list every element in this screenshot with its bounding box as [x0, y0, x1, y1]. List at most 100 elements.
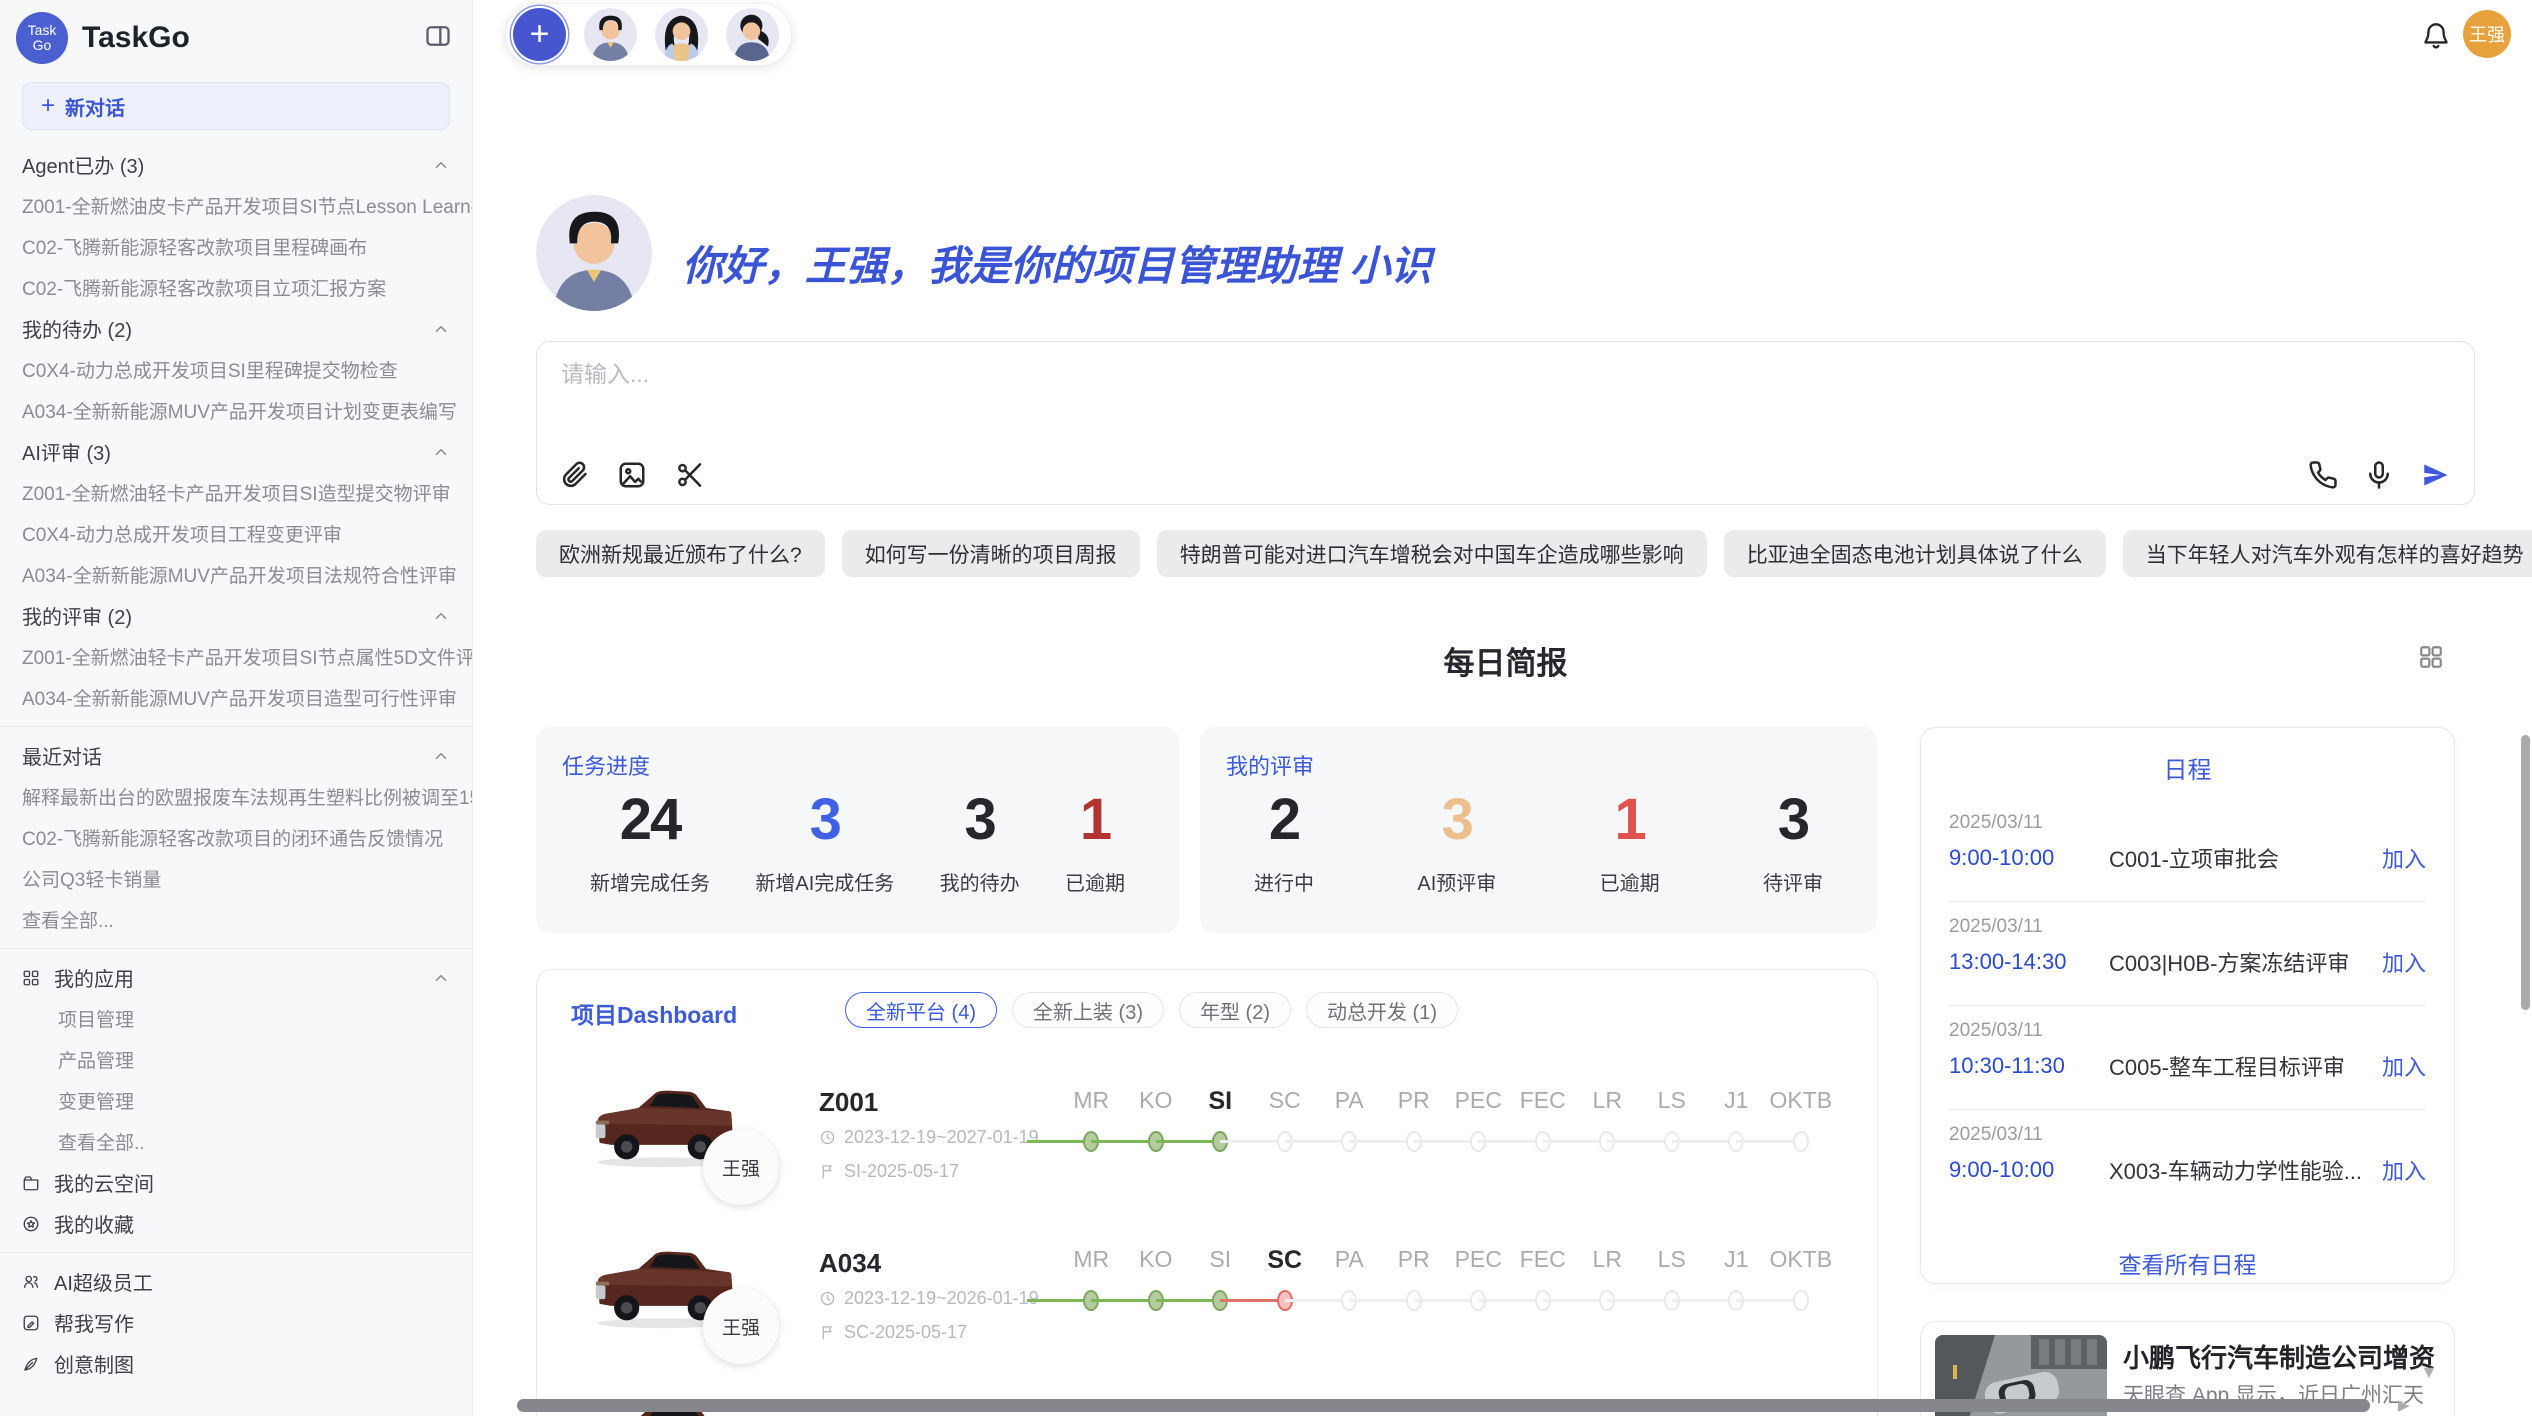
schedule-item: 2025/03/11 10:30-11:30 C005-整车工程目标评审 加入 — [1949, 1006, 2426, 1110]
schedule-time: 9:00-10:00 — [1949, 1157, 2109, 1183]
sidebar-item-favorites[interactable]: 我的收藏 — [0, 1203, 472, 1244]
chevron-up-icon — [432, 320, 450, 338]
microphone-icon[interactable] — [2364, 460, 2394, 490]
sidebar-item-cloud-space[interactable]: 我的云空间 — [0, 1162, 472, 1203]
agent-avatar-2[interactable] — [655, 8, 708, 61]
sidebar-section-my-review[interactable]: 我的评审 (2) — [0, 595, 472, 636]
milestone-label: LR — [1575, 1087, 1640, 1114]
suggestion-chip[interactable]: 特朗普可能对进口汽车增税会对中国车企造成哪些影响 — [1157, 530, 1707, 577]
sidebar-task-item[interactable]: A034-全新新能源MUV产品开发项目法规符合性评审 — [0, 554, 472, 595]
sidebar-item-creative-draw[interactable]: 创意制图 — [0, 1343, 472, 1384]
schedule-date: 2025/03/11 — [1949, 1020, 2043, 1042]
join-button[interactable]: 加入 — [2382, 1154, 2426, 1186]
milestone-label: SC — [1253, 1087, 1318, 1114]
recent-view-all[interactable]: 查看全部... — [0, 899, 472, 940]
scissors-icon[interactable] — [675, 460, 705, 490]
chat-input[interactable] — [559, 360, 2263, 389]
new-chat-button[interactable]: + 新对话 — [22, 82, 450, 130]
star-badge-icon — [22, 1215, 40, 1233]
join-button[interactable]: 加入 — [2382, 1050, 2426, 1082]
sidebar-task-item[interactable]: Z001-全新燃油轻卡产品开发项目SI节点属性5D文件评审 — [0, 636, 472, 677]
filter-chip[interactable]: 动总开发 (1) — [1306, 992, 1458, 1028]
view-all-schedule-link[interactable]: 查看所有日程 — [1921, 1246, 2454, 1280]
suggestion-chip[interactable]: 如何写一份清晰的项目周报 — [842, 530, 1140, 577]
flag-icon — [819, 1324, 836, 1341]
sidebar-task-item[interactable]: C02-飞腾新能源轻客改款项目立项汇报方案 — [0, 267, 472, 308]
app-item[interactable]: 项目管理 — [0, 998, 472, 1039]
layout-grid-icon[interactable] — [2418, 644, 2444, 670]
recent-items: 解释最新出台的欧盟报废车法规再生塑料比例被调至15%...C02-飞腾新能源轻客… — [0, 776, 472, 899]
app-item[interactable]: 产品管理 — [0, 1039, 472, 1080]
filter-chip[interactable]: 全新上装 (3) — [1012, 992, 1164, 1028]
horizontal-scrollbar[interactable] — [517, 1399, 2370, 1412]
recent-chat-item[interactable]: 公司Q3轻卡销量 — [0, 858, 472, 899]
sidebar-task-item[interactable]: A034-全新新能源MUV产品开发项目造型可行性评审 — [0, 677, 472, 718]
sidebar-item-help-write[interactable]: 帮我写作 — [0, 1302, 472, 1343]
suggestion-chip[interactable]: 比亚迪全固态电池计划具体说了什么 — [1724, 530, 2106, 577]
section-items: Z001-全新燃油轻卡产品开发项目SI造型提交物评审C0X4-动力总成开发项目工… — [0, 472, 472, 595]
schedule-list: 2025/03/11 9:00-10:00 C001-立项审批会 加入 2025… — [1949, 798, 2426, 1214]
suggestion-chip[interactable]: 当下年轻人对汽车外观有怎样的喜好趋势 — [2123, 530, 2532, 577]
sidebar-task-item[interactable]: C0X4-动力总成开发项目工程变更评审 — [0, 513, 472, 554]
milestone: LS — [1640, 1232, 1705, 1328]
project-row-a034[interactable]: 王强 A034 2023-12-19~2026-01-19 SC-2025-05… — [537, 1232, 1877, 1392]
grid-icon — [22, 969, 40, 987]
sidebar-task-item[interactable]: A034-全新新能源MUV产品开发项目计划变更表编写 — [0, 390, 472, 431]
plus-icon: + — [41, 94, 55, 118]
recent-chat-item[interactable]: C02-飞腾新能源轻客改款项目的闭环通告反馈情况 — [0, 817, 472, 858]
ai-staff-label: AI超级员工 — [54, 1267, 450, 1296]
sidebar-section-my-todo[interactable]: 我的待办 (2) — [0, 308, 472, 349]
phone-icon[interactable] — [2308, 460, 2338, 490]
recent-chat-item[interactable]: 解释最新出台的欧盟报废车法规再生塑料比例被调至15%... — [0, 776, 472, 817]
project-row-z001[interactable]: 王强 Z001 2023-12-19~2027-01-19 SI-2025-05… — [537, 1073, 1877, 1233]
notification-bell-icon[interactable] — [2422, 22, 2450, 50]
stat-label: 进行中 — [1254, 867, 1314, 896]
task-progress-card: 任务进度 24 新增完成任务 3 新增AI完成任务 3 我的待办 1 — [536, 727, 1179, 933]
app-item[interactable]: 变更管理 — [0, 1080, 472, 1121]
write-icon — [22, 1314, 40, 1332]
clock-icon — [819, 1129, 836, 1146]
schedule-event-title: C003|H0B-方案冻结评审 — [2109, 946, 2382, 978]
send-icon[interactable] — [2420, 460, 2450, 490]
sidebar-item-ai-staff[interactable]: AI超级员工 — [0, 1261, 472, 1302]
attachment-icon[interactable] — [559, 460, 589, 490]
stat-value: 2 — [1254, 791, 1314, 849]
scroll-right-icon[interactable]: ▶ — [2398, 1399, 2410, 1412]
schedule-time: 10:30-11:30 — [1949, 1053, 2109, 1079]
join-button[interactable]: 加入 — [2382, 946, 2426, 978]
sidebar-task-item[interactable]: C0X4-动力总成开发项目SI里程碑提交物检查 — [0, 349, 472, 390]
milestone-date: SC-2025-05-17 — [844, 1322, 967, 1343]
sidebar-task-item[interactable]: Z001-全新燃油皮卡产品开发项目SI节点Lesson Learn报告 — [0, 185, 472, 226]
milestone-label: KO — [1124, 1087, 1189, 1114]
chevron-up-icon — [432, 443, 450, 461]
sidebar-item-my-apps[interactable]: 我的应用 — [0, 957, 472, 998]
owner-badge: 王强 — [703, 1129, 779, 1205]
filter-chip[interactable]: 全新平台 (4) — [845, 992, 997, 1028]
milestone-label: PA — [1317, 1087, 1382, 1114]
user-avatar[interactable]: 王强 — [2463, 10, 2511, 58]
vertical-scrollbar[interactable] — [2521, 735, 2530, 1010]
my-review-stats: 2 进行中 3 AI预评审 1 已逾期 3 待评审 — [1200, 791, 1877, 896]
sidebar-section-agent-done[interactable]: Agent已办 (3) — [0, 144, 472, 185]
sidebar-section-ai-review[interactable]: AI评审 (3) — [0, 431, 472, 472]
filter-chip[interactable]: 年型 (2) — [1179, 992, 1291, 1028]
milestone: LS — [1640, 1073, 1705, 1169]
section-items: C0X4-动力总成开发项目SI里程碑提交物检查A034-全新新能源MUV产品开发… — [0, 349, 472, 431]
apps-view-all[interactable]: 查看全部.. — [0, 1121, 472, 1162]
sidebar-task-item[interactable]: Z001-全新燃油轻卡产品开发项目SI造型提交物评审 — [0, 472, 472, 513]
favorites-label: 我的收藏 — [54, 1209, 450, 1238]
suggestion-chip[interactable]: 欧洲新规最近颁布了什么? — [536, 530, 825, 577]
agent-avatar-1[interactable] — [584, 8, 637, 61]
add-agent-button[interactable]: + — [513, 8, 566, 61]
milestone: LR — [1575, 1073, 1640, 1169]
folder-icon — [22, 1174, 40, 1192]
schedule-item: 2025/03/11 9:00-10:00 X003-车辆动力学性能验... 加… — [1949, 1110, 2426, 1214]
scroll-down-icon[interactable]: ▼ — [2420, 1362, 2438, 1383]
sidebar-section-recent-chats[interactable]: 最近对话 — [0, 735, 472, 776]
agent-avatar-3[interactable] — [726, 8, 779, 61]
app-title: TaskGo — [82, 21, 190, 55]
sidebar-collapse-icon[interactable] — [424, 22, 452, 50]
join-button[interactable]: 加入 — [2382, 842, 2426, 874]
sidebar-task-item[interactable]: C02-飞腾新能源轻客改款项目里程碑画布 — [0, 226, 472, 267]
image-icon[interactable] — [617, 460, 647, 490]
